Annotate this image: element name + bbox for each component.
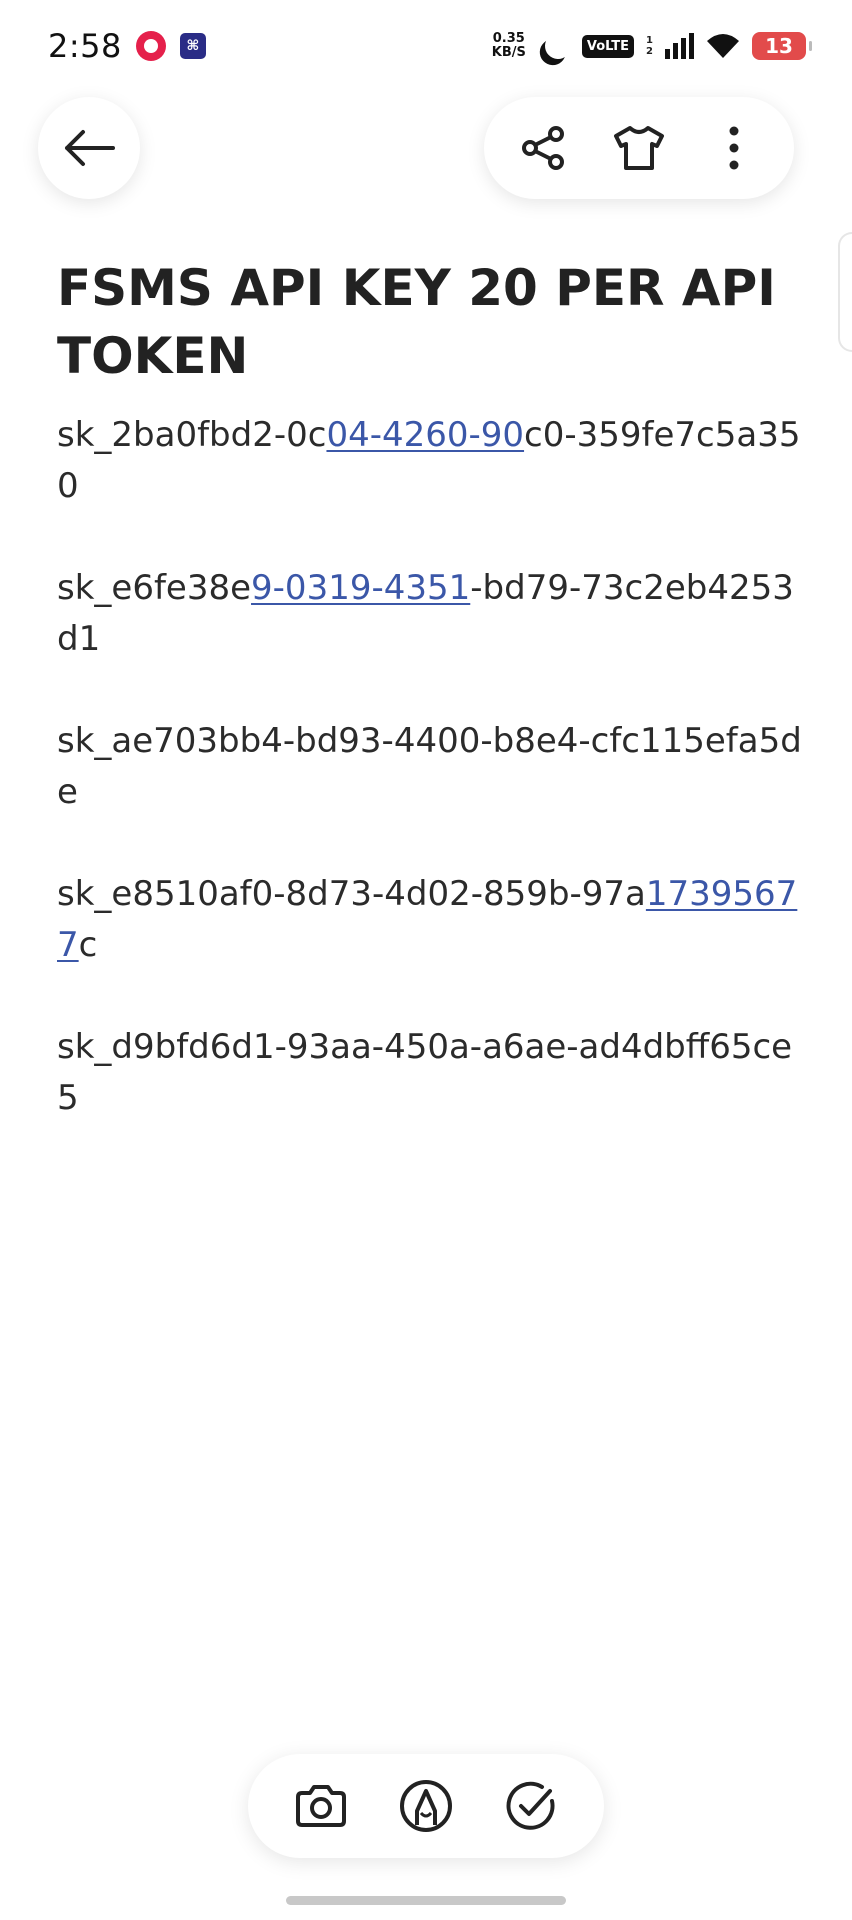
more-options-button[interactable]	[699, 113, 769, 183]
share-button[interactable]	[509, 113, 579, 183]
more-vertical-icon	[729, 126, 739, 170]
api-key-line: sk_2ba0fbd2-0c04-4260-90c0-359fe7c5a350	[57, 410, 807, 512]
api-key-line: sk_ae703bb4-bd93-4400-b8e4-cfc115efa5de	[57, 716, 807, 818]
home-indicator[interactable]	[286, 1896, 566, 1905]
insert-image-button[interactable]	[286, 1771, 356, 1841]
theme-button[interactable]	[604, 113, 674, 183]
drawing-button[interactable]	[391, 1771, 461, 1841]
arrow-left-icon	[65, 130, 115, 166]
status-left: 2:58 ⌘	[48, 27, 206, 65]
volte-badge: VoLTE	[581, 34, 635, 58]
bottom-toolbar	[248, 1754, 604, 1858]
api-key-line: sk_e6fe38e9-0319-4351-bd79-73c2eb4253d1	[57, 563, 807, 665]
api-key-text: sk_d9bfd6d1-93aa-450a-a6ae-ad4dbff65ce5	[57, 1027, 793, 1118]
status-time: 2:58	[48, 27, 122, 65]
api-key-line: sk_d9bfd6d1-93aa-450a-a6ae-ad4dbff65ce5	[57, 1022, 807, 1124]
status-bar: 2:58 ⌘ 0.35 KB/S VoLTE 1 2 13	[0, 0, 852, 92]
app-notification-icon-2: ⌘	[179, 33, 206, 59]
shirt-icon	[613, 126, 664, 170]
wifi-icon	[707, 34, 739, 58]
edge-panel-handle[interactable]	[838, 232, 852, 352]
camera-icon	[295, 1785, 346, 1827]
api-key-text: sk_e6fe38e	[57, 568, 252, 608]
checklist-button[interactable]	[496, 1771, 566, 1841]
do-not-disturb-icon	[541, 29, 574, 62]
sim-indicator: 1 2	[646, 35, 653, 57]
battery-icon: 13	[752, 32, 812, 60]
network-speed-value: 0.35	[492, 31, 525, 46]
sim-2-label: 2	[646, 46, 653, 57]
detected-link[interactable]: 9-0319-4351	[251, 568, 470, 608]
note-body[interactable]: sk_2ba0fbd2-0c04-4260-90c0-359fe7c5a350 …	[57, 410, 807, 1175]
note-toolbar	[484, 97, 794, 199]
share-icon	[521, 126, 564, 170]
sim-1-label: 1	[646, 35, 653, 46]
network-speed: 0.35 KB/S	[492, 32, 526, 60]
network-speed-unit: KB/S	[491, 45, 526, 60]
signal-icon	[665, 33, 694, 59]
detected-link[interactable]: 04-4260-90	[326, 415, 524, 455]
api-key-text: sk_2ba0fbd2-0c	[57, 415, 327, 455]
api-key-text: sk_ae703bb4-bd93-4400-b8e4-cfc115efa5de	[57, 721, 802, 812]
note-title[interactable]: FSMS API KEY 20 PER API TOKEN	[57, 254, 797, 390]
app-notification-icon	[135, 31, 166, 61]
api-key-line: sk_e8510af0-8d73-4d02-859b-97a17395677c	[57, 869, 807, 971]
pen-icon	[399, 1780, 452, 1832]
api-key-text: c	[78, 925, 98, 965]
back-button[interactable]	[38, 97, 140, 199]
check-circle-icon	[506, 1781, 555, 1830]
status-right: 0.35 KB/S VoLTE 1 2 13	[492, 29, 812, 62]
api-key-text: sk_e8510af0-8d73-4d02-859b-97a	[57, 874, 646, 914]
